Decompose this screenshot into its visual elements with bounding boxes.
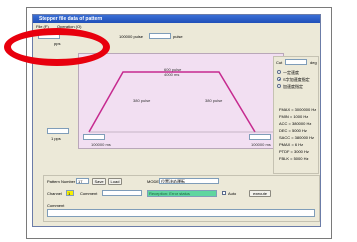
accel-time-label: 100000 ms: [91, 142, 111, 147]
comment-label: Comment: [80, 191, 98, 196]
param-acc: ACC = 380000 Hz: [279, 121, 312, 126]
param-sacc: SACC = 380000 Hz: [279, 135, 315, 140]
position-label: 100000 pulse: [119, 34, 144, 39]
comment-field[interactable]: [102, 190, 142, 196]
decel-time-field[interactable]: [249, 134, 271, 140]
highlight-ring: [4, 28, 110, 66]
option-label-3: 加速度指定: [283, 84, 303, 89]
execute-button[interactable]: execute: [249, 190, 271, 197]
param-pmax: PMAX = 6 Hz: [279, 142, 304, 147]
cut-unit: deg: [310, 60, 317, 65]
param-fmin: FMIN = 1000 Hz: [279, 114, 309, 119]
accel-time-field[interactable]: [83, 134, 105, 140]
save-button[interactable]: Save: [92, 178, 106, 185]
bottom-controls: Pattern Number 17 Save Load MODE 位置決め運転 …: [43, 175, 320, 222]
cut-field[interactable]: [285, 59, 307, 65]
speed-profile-plot: 600 pulse 4000 ms 380 pulse 380 pulse 10…: [78, 53, 284, 149]
position-field[interactable]: [149, 33, 171, 39]
peak-label-2: 4000 ms: [164, 72, 180, 77]
decel-label: 380 pulse: [205, 98, 223, 103]
pattern-number-field[interactable]: 17: [76, 178, 89, 184]
comment2-label: Comment: [47, 203, 65, 208]
decel-time-label: 100000 ms: [251, 142, 271, 147]
title-bar: Stepper file data of pattern: [33, 15, 320, 23]
start-speed-field[interactable]: [47, 128, 69, 134]
option-label-1: 一定速度: [283, 70, 299, 75]
profile-line: [88, 71, 256, 133]
start-speed-label: 1 pps: [51, 136, 61, 141]
option-label-2: S字加速度指定: [283, 77, 310, 82]
position-unit: pulse: [173, 34, 183, 39]
load-button[interactable]: Load: [108, 178, 122, 185]
right-panel: Cut deg 一定速度 S字加速度指定 加速度指定 FMAX = 300000…: [273, 56, 319, 174]
auto-checkbox[interactable]: [222, 191, 226, 195]
auto-label: Auto: [228, 191, 237, 196]
mode-label: MODE: [147, 179, 159, 184]
option-radio-3[interactable]: [277, 84, 281, 88]
window-title: Stepper file data of pattern: [39, 16, 103, 22]
param-dec: DEC = 5000 Hz: [279, 128, 307, 133]
status-display: Reception: Error status: [147, 190, 217, 197]
channel-field[interactable]: 1: [66, 190, 74, 196]
option-radio-1[interactable]: [277, 70, 281, 74]
mode-select[interactable]: 位置決め運転: [159, 178, 219, 184]
param-ptdf: PTDF = 3000 Hz: [279, 149, 309, 154]
param-fmax: FMAX = 3000000 Hz: [279, 107, 317, 112]
cut-label: Cut: [276, 60, 283, 65]
param-fblk: FBLK = 5000 Hz: [279, 156, 309, 161]
pattern-number-label: Pattern Number: [47, 179, 76, 184]
accel-label: 380 pulse: [133, 98, 151, 103]
comment2-field[interactable]: [47, 209, 315, 217]
option-radio-2[interactable]: [277, 77, 281, 81]
channel-label: Channel: [47, 191, 62, 196]
